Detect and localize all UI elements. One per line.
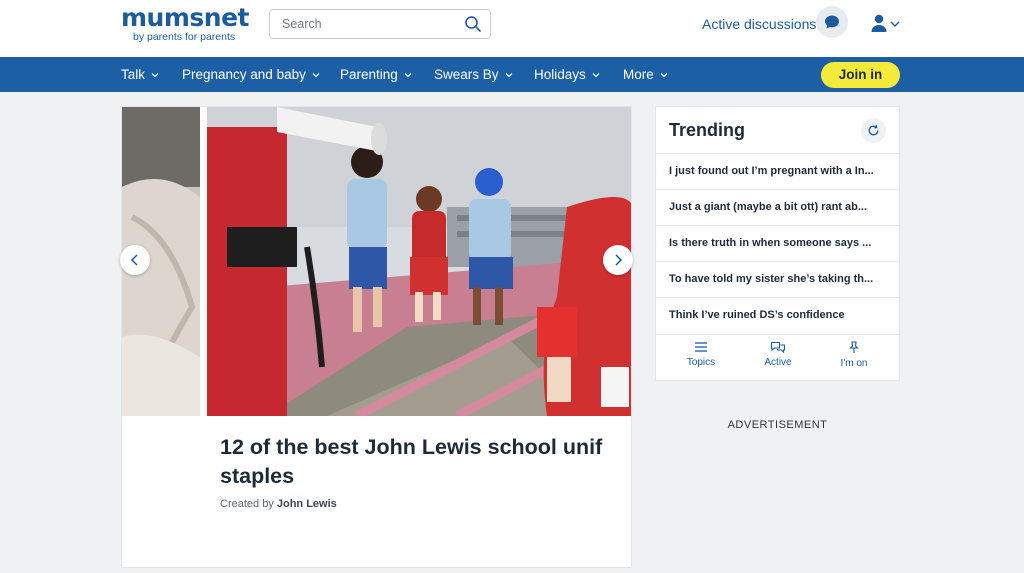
nav-label: Swears By (434, 67, 499, 82)
tab-label: I'm on (840, 358, 868, 369)
tab-topics[interactable]: Topics (671, 341, 731, 368)
active-discussions-button[interactable] (816, 6, 848, 38)
nav-label: Holidays (534, 67, 586, 82)
search-icon[interactable] (464, 15, 482, 33)
chevron-down-icon (660, 72, 668, 77)
article-credit: Created by John Lewis (220, 498, 337, 510)
article-headline[interactable]: 12 of the best John Lewis school unif st… (220, 433, 631, 491)
chat-bubble-icon (825, 15, 839, 29)
tab-label: Topics (686, 357, 716, 368)
active-discussions-link[interactable]: Active discussions (702, 16, 816, 32)
trending-thread-link[interactable]: Think I’ve ruined DS’s confidence (656, 297, 899, 333)
join-in-button[interactable]: Join in (821, 62, 900, 88)
logo-wordmark: mumsnet (121, 3, 249, 32)
nav-label: More (623, 67, 654, 82)
nav-label: Talk (121, 67, 146, 82)
refresh-button[interactable] (861, 118, 886, 143)
chevron-down-icon (505, 72, 512, 77)
trending-tabs: Topics Active I'm on (656, 334, 899, 381)
mumsnet-logo[interactable]: mumsnet by parents for parents (121, 3, 261, 44)
chevron-down-icon (592, 72, 600, 77)
carousel-prev-button[interactable] (120, 245, 150, 275)
nav-item-talk[interactable]: Talk (121, 57, 159, 92)
trending-list: I just found out I’m pregnant with a In.… (656, 153, 899, 333)
tab-active[interactable]: Active (748, 341, 808, 368)
refresh-icon (868, 125, 879, 136)
trending-title: Trending (669, 120, 745, 140)
credit-name[interactable]: John Lewis (277, 498, 337, 510)
trending-thread-link[interactable]: I just found out I’m pregnant with a In.… (656, 153, 899, 189)
headline-line-2: staples (220, 464, 295, 488)
trending-thread-link[interactable]: Just a giant (maybe a bit ott) rant ab..… (656, 189, 899, 225)
search-box[interactable] (269, 9, 491, 39)
user-menu[interactable] (870, 14, 902, 34)
advertisement-label: ADVERTISEMENT (727, 419, 828, 431)
nav-item-parenting[interactable]: Parenting (340, 57, 412, 92)
nav-item-pregnancy-and-baby[interactable]: Pregnancy and baby (182, 57, 320, 92)
carousel-next-button[interactable] (603, 245, 633, 275)
nav-item-holidays[interactable]: Holidays (534, 57, 600, 92)
trending-panel: Trending I just found out I’m pregnant w… (655, 106, 900, 381)
user-icon (871, 14, 900, 32)
credit-prefix: Created by (220, 498, 274, 510)
nav-item-swears-by[interactable]: Swears By (434, 57, 513, 92)
pin-icon (849, 341, 859, 353)
headline-line-1: 12 of the best John Lewis school unif (220, 435, 603, 459)
article-carousel: 12 of the best John Lewis school unif st… (121, 106, 632, 568)
tab-label: Active (764, 357, 792, 368)
featured-slide-image[interactable] (207, 107, 631, 416)
chevron-right-icon (615, 254, 623, 266)
chevron-down-icon (151, 72, 159, 77)
chevron-left-icon (130, 254, 138, 266)
site-header: mumsnet by parents for parents Active di… (0, 0, 1024, 57)
chat-icon (770, 341, 786, 353)
nav-item-more[interactable]: More (623, 57, 668, 92)
trending-thread-link[interactable]: To have told my sister she’s taking th..… (656, 261, 899, 297)
logo-tagline: by parents for parents (133, 31, 236, 43)
nav-label: Parenting (340, 67, 398, 82)
trending-thread-link[interactable]: Is there truth in when someone says ... (656, 225, 899, 261)
search-input[interactable] (282, 10, 452, 38)
menu-icon (695, 342, 707, 352)
nav-label: Pregnancy and baby (182, 67, 306, 82)
tab-im-on[interactable]: I'm on (824, 341, 884, 369)
chevron-down-icon (404, 72, 412, 77)
chevron-down-icon (312, 72, 320, 77)
